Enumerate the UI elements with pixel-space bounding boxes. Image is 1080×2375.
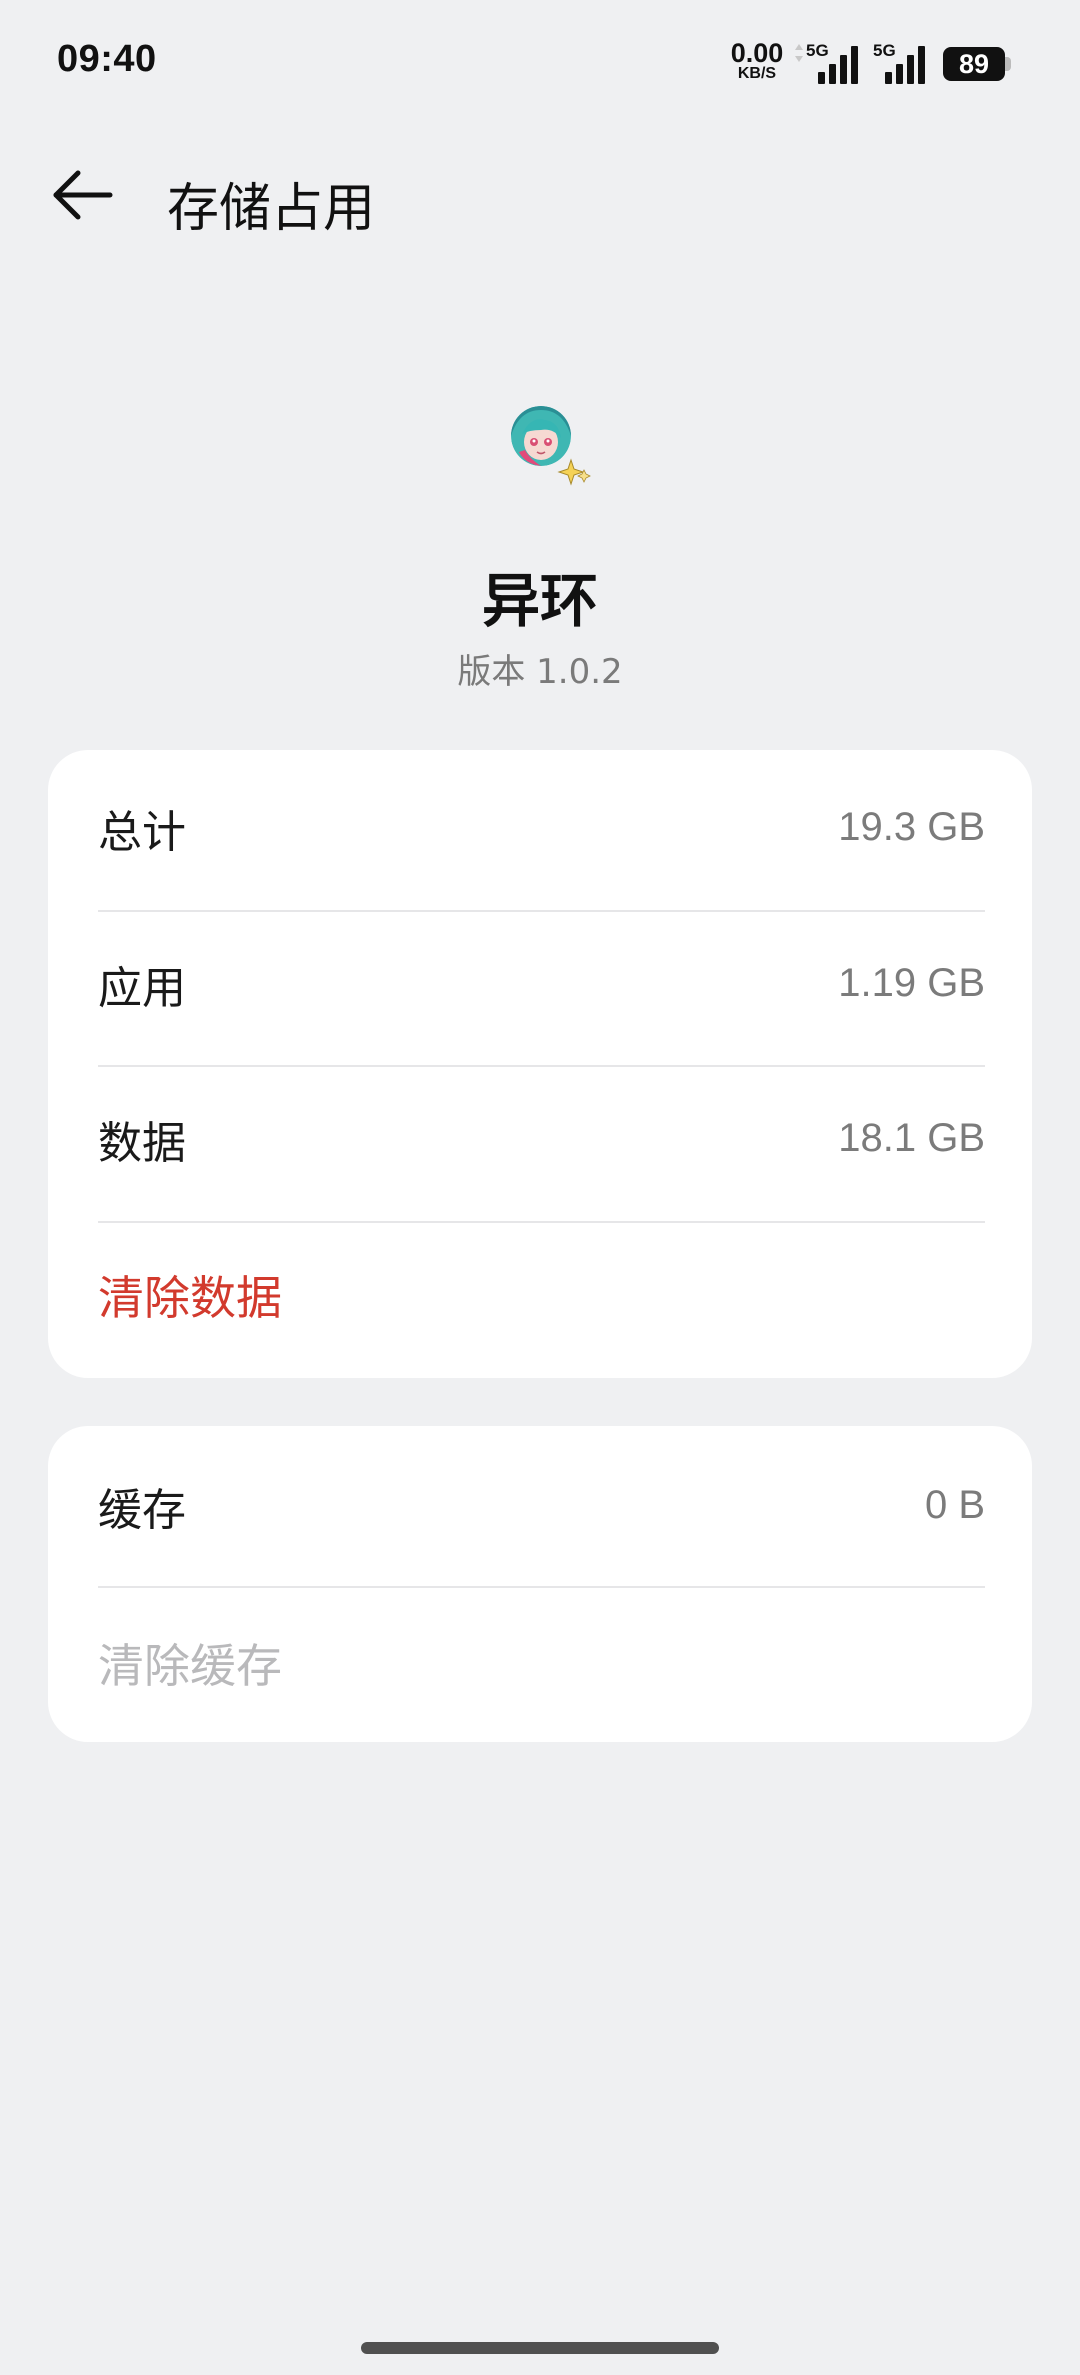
cache-card: 缓存 0 B 清除缓存 — [48, 1426, 1032, 1742]
arrow-left-icon — [53, 170, 113, 220]
total-value: 19.3 GB — [838, 805, 985, 849]
app-icon — [511, 406, 571, 466]
app-name: 异环 — [481, 567, 598, 635]
battery-tip — [1005, 57, 1011, 71]
total-label: 总计 — [98, 806, 186, 858]
signal-2-icon: 5G — [873, 42, 929, 84]
battery-icon: 89 — [943, 47, 1005, 81]
home-indicator[interactable] — [361, 2342, 719, 2354]
data-size-label: 数据 — [98, 1117, 186, 1169]
storage-row-app: 应用 1.19 GB — [98, 906, 985, 1061]
network-speed-value: 0.00 — [730, 38, 784, 68]
storage-row-data: 数据 18.1 GB — [98, 1061, 985, 1216]
app-size-value: 1.19 GB — [838, 961, 985, 1005]
app-version: 版本 1.0.2 — [457, 652, 623, 692]
clear-cache-label: 清除缓存 — [98, 1638, 282, 1693]
network-speed: 0.00 KB/S — [722, 40, 792, 82]
storage-row-total: 总计 19.3 GB — [98, 750, 985, 905]
cache-row: 缓存 0 B — [98, 1428, 985, 1583]
status-bar: 09:40 0.00 KB/S 5G 5G 89 — [0, 0, 1080, 130]
cache-value: 0 B — [924, 1483, 985, 1527]
data-size-value: 18.1 GB — [838, 1116, 985, 1160]
back-button[interactable] — [42, 160, 122, 230]
app-size-label: 应用 — [98, 962, 186, 1014]
storage-card: 总计 19.3 GB 应用 1.19 GB 数据 18.1 GB 清除数据 — [48, 750, 1032, 1378]
page-title: 存储占用 — [167, 179, 376, 239]
status-time: 09:40 — [57, 38, 157, 80]
clear-data-button[interactable]: 清除数据 — [98, 1217, 985, 1372]
network-speed-unit: KB/S — [737, 65, 777, 82]
clear-cache-button[interactable]: 清除缓存 — [98, 1585, 985, 1740]
clear-data-label[interactable]: 清除数据 — [98, 1262, 282, 1328]
cache-label: 缓存 — [98, 1484, 186, 1536]
sparkle-icon — [557, 458, 591, 486]
data-activity-icon — [795, 44, 803, 62]
signal-1-icon: 5G — [806, 42, 862, 84]
